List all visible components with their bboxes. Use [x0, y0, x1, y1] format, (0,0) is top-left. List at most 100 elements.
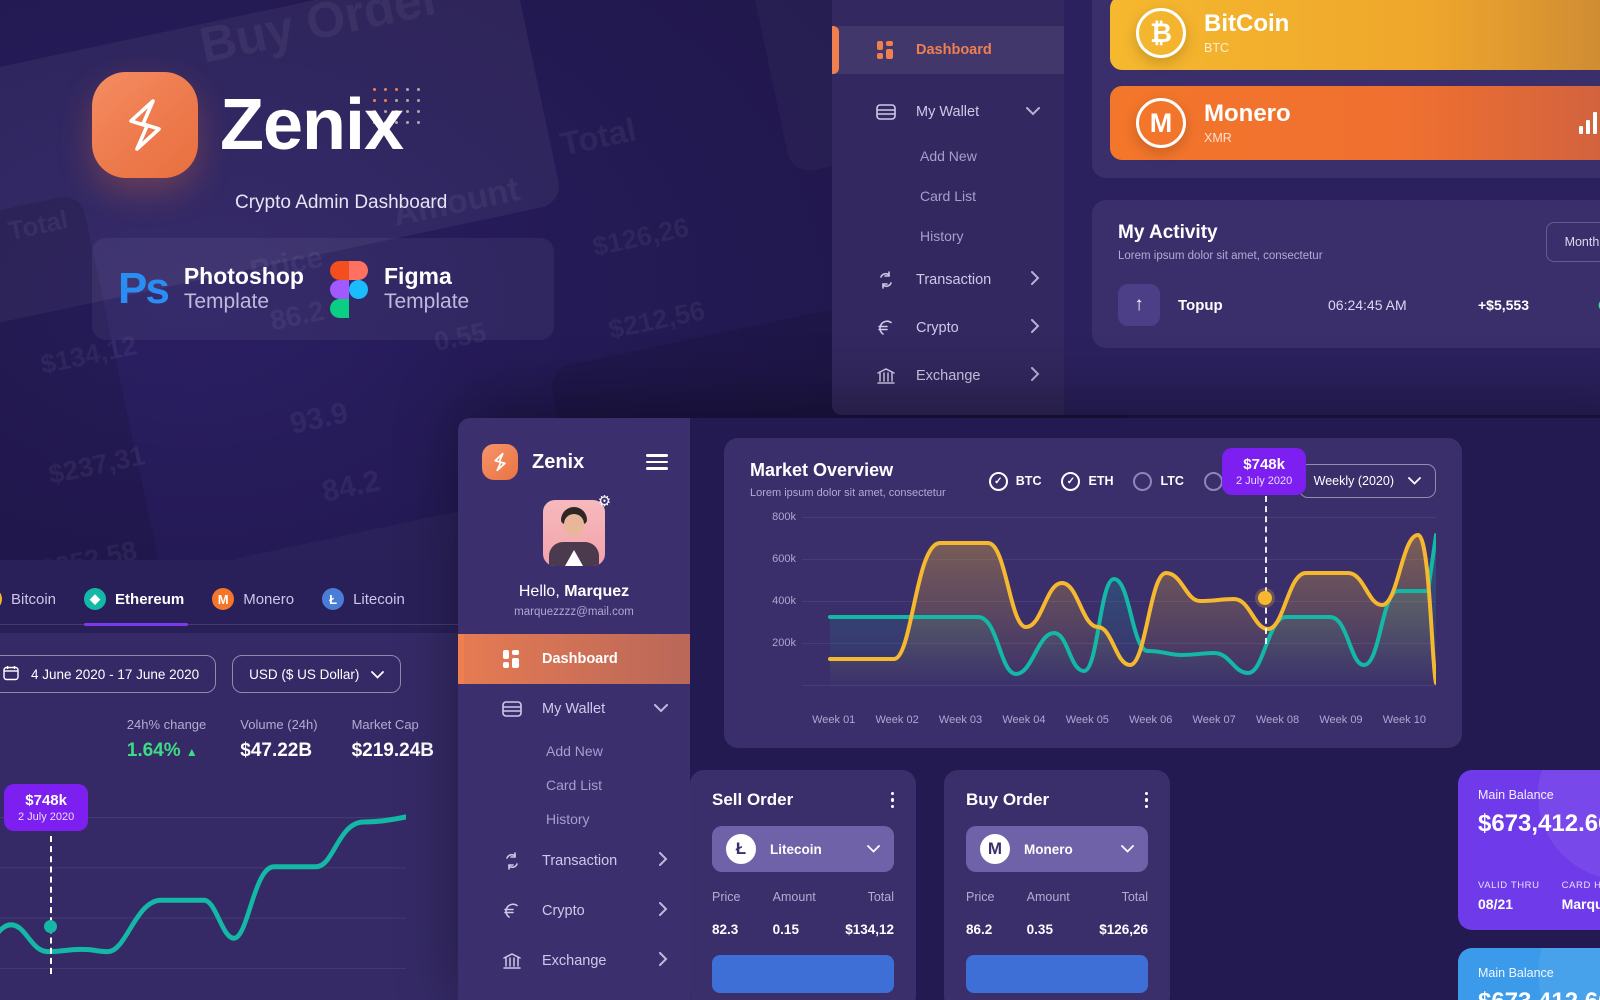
sidebar-subitem-add-new[interactable]: Add New	[832, 136, 1064, 176]
coin-select[interactable]: Ł Litecoin	[712, 826, 894, 872]
sidebar-item-transaction[interactable]: Transaction	[832, 256, 1064, 304]
tab-monero[interactable]: M Monero	[212, 588, 322, 624]
sidebar-subitem-card-list[interactable]: Card List	[458, 768, 690, 802]
sidebar-item-label: Transaction	[542, 853, 618, 869]
greeting-prefix: Hello,	[518, 583, 565, 600]
market-overview-card: Market Overview Lorem ipsum dolor sit am…	[724, 438, 1462, 748]
balance-card-blue[interactable]: Main Balance $673,412.66 ₿ VALID THRU 08…	[1458, 948, 1600, 1000]
cell-total: $134,12	[845, 922, 895, 937]
bitcoin-icon: ₿	[1136, 8, 1186, 58]
x-tick-label: Week 04	[1002, 714, 1046, 726]
valid-thru-value: 08/21	[1478, 896, 1514, 912]
sidebar-item-label: Exchange	[916, 368, 981, 384]
tooltip-date: 2 July 2020	[1236, 475, 1293, 487]
activity-amount: +$5,553	[1478, 297, 1529, 313]
coin-ticker: BTC	[1204, 40, 1229, 55]
x-tick-label: Week 01	[812, 714, 856, 726]
period-select[interactable]: Weekly (2020)	[1298, 464, 1436, 498]
preview-sidebar: Dashboard My Wallet Add New Card List Hi…	[832, 0, 1064, 415]
bottom-left-dashboard-preview: ₿ Bitcoin ◆ Ethereum M Monero Ł Litecoin	[0, 560, 460, 1000]
sidebar-item-transaction[interactable]: Transaction	[458, 836, 690, 886]
kebab-icon[interactable]	[1144, 791, 1148, 809]
sidebar-item-crypto[interactable]: Crypto	[458, 886, 690, 936]
chart-tooltip: $748k 2 July 2020	[4, 784, 89, 831]
sidebar-item-my-wallet[interactable]: My Wallet	[458, 684, 690, 734]
buy-submit-button[interactable]	[966, 955, 1148, 993]
range-monthly[interactable]: Monthly	[1551, 228, 1600, 256]
coin-row-monero[interactable]: M Monero XMR $18,783.33	[1110, 86, 1600, 160]
trend-up-icon: ▲	[185, 745, 198, 759]
template-name: Photoshop	[183, 263, 304, 290]
sidebar-item-my-wallet[interactable]: My Wallet	[832, 88, 1064, 136]
filter-btc[interactable]: ✓ BTC	[988, 471, 1041, 491]
euro-icon	[502, 901, 522, 921]
user-email: marquezzzz@mail.com	[514, 606, 634, 618]
tab-ethereum[interactable]: ◆ Ethereum	[84, 588, 212, 626]
chevron-down-icon	[867, 840, 880, 858]
bank-icon	[876, 366, 896, 386]
period-value: Weekly (2020)	[1313, 474, 1394, 488]
filter-eth[interactable]: ✓ ETH	[1061, 471, 1113, 491]
column-header: Total	[867, 890, 895, 904]
coin-name: BitCoin	[1204, 10, 1290, 38]
tooltip-value: $748k	[1243, 456, 1285, 473]
bottom-left-body: 4 June 2020 - 17 June 2020 USD ($ US Dol…	[0, 633, 460, 1000]
date-range-value: 4 June 2020 - 17 June 2020	[31, 666, 200, 682]
sell-submit-button[interactable]	[712, 955, 894, 993]
filter-ltc[interactable]: LTC	[1133, 471, 1184, 491]
sidebar-item-exchange[interactable]: Exchange	[458, 936, 690, 986]
sidebar-item-dashboard[interactable]: Dashboard	[832, 26, 1064, 74]
chevron-down-icon	[1026, 104, 1040, 120]
activity-title: My Activity	[1118, 222, 1218, 243]
y-tick-label: 600k	[772, 553, 796, 565]
order-columns: Price Amount Total	[712, 890, 894, 904]
gear-icon[interactable]: ⚙	[596, 494, 613, 511]
main-sidebar: Zenix ⚙ Hello, Marquez marquezzzz@mail.c…	[458, 418, 690, 1000]
currency-select[interactable]: USD ($ US Dollar)	[232, 655, 402, 693]
main-content: Market Overview Lorem ipsum dolor sit am…	[690, 418, 1600, 1000]
tooltip-value: $748k	[25, 792, 67, 809]
kebab-icon[interactable]	[890, 791, 894, 809]
sidebar-item-label: Exchange	[542, 953, 607, 969]
chart-tooltip: $748k 2 July 2020	[1222, 448, 1307, 495]
coin-select[interactable]: M Monero	[966, 826, 1148, 872]
order-row: 86.2 0.35 $126,26	[966, 922, 1148, 937]
date-range-picker[interactable]: 4 June 2020 - 17 June 2020	[0, 655, 217, 693]
balance-card-purple[interactable]: Main Balance $673,412.66 ₿ VALID THRU 08…	[1458, 770, 1600, 930]
sidebar-item-dashboard[interactable]: Dashboard	[458, 634, 690, 684]
chevron-down-icon	[1408, 474, 1421, 488]
sidebar-item-label: Dashboard	[542, 651, 618, 667]
sidebar-subitem-add-new[interactable]: Add New	[458, 734, 690, 768]
grid-icon	[502, 649, 522, 669]
photoshop-icon: Ps	[118, 264, 170, 313]
sidebar-item-exchange[interactable]: Exchange	[832, 352, 1064, 400]
tab-bitcoin[interactable]: ₿ Bitcoin	[0, 588, 84, 624]
sidebar-subitem-label: History	[920, 228, 964, 244]
activity-row[interactable]: ↑ Topup 06:24:45 AM +$5,553 Completed	[1118, 284, 1600, 326]
tab-litecoin[interactable]: Ł Litecoin	[322, 588, 433, 624]
preview-main: ₿ BitCoin BTC $24,098 M Monero XMR	[1064, 0, 1600, 415]
activity-range-toggle[interactable]: Monthly Weekly Today	[1545, 222, 1600, 262]
cell-amount: 0.35	[1026, 922, 1053, 937]
x-tick-label: Week 08	[1255, 714, 1300, 726]
chevron-right-icon	[659, 902, 668, 920]
coin-row-bitcoin[interactable]: ₿ BitCoin BTC $24,098	[1110, 0, 1600, 70]
template-badges: Ps Photoshop Template Figma Template	[92, 238, 554, 340]
sidebar-subitem-card-list[interactable]: Card List	[832, 176, 1064, 216]
sidebar-subitem-history[interactable]: History	[832, 216, 1064, 256]
market-chart: 800k 600k 400k 200k Week 01 Week 02 Week…	[750, 511, 1436, 726]
stat-label: Volume (24h)	[240, 717, 318, 732]
wallet-icon	[876, 102, 896, 122]
x-tick-label: Week 07	[1192, 714, 1236, 726]
sidebar-item-label: Crypto	[542, 903, 585, 919]
sidebar-subitem-history[interactable]: History	[458, 802, 690, 836]
chevron-down-icon	[1121, 840, 1134, 858]
litecoin-icon: Ł	[726, 834, 756, 864]
sidebar-item-crypto[interactable]: Crypto	[832, 304, 1064, 352]
hamburger-icon[interactable]	[646, 454, 668, 470]
coin-select-value: Litecoin	[770, 841, 822, 857]
chevron-right-icon	[1031, 367, 1040, 385]
stat-value: $47.22B	[240, 740, 313, 761]
activity-label: Topup	[1178, 296, 1223, 314]
sidebar-item-label: My Wallet	[916, 104, 980, 120]
